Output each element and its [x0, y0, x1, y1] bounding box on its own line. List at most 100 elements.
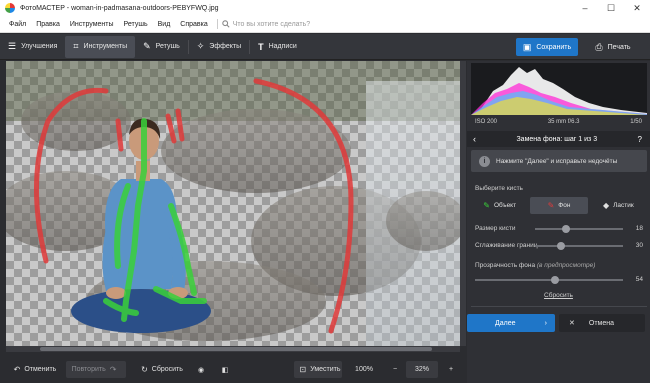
help-button[interactable]: ?: [638, 135, 642, 144]
tab-retouch[interactable]: ✎ Ретушь: [135, 36, 188, 58]
redo-label: Повторить: [71, 366, 106, 373]
reset-button[interactable]: ↻ Сбросить: [134, 361, 186, 378]
slider-knob[interactable]: [557, 242, 566, 250]
window-title: ФотоМАСТЕР - woman-in-padmasana-outdoors…: [20, 4, 219, 12]
crop-tools-icon: ⌗: [73, 41, 79, 51]
brush-selector: ✎ Объект ✎ Фон ◆ Ластик: [471, 197, 647, 214]
menu-retouch[interactable]: Ретушь: [119, 21, 153, 28]
camera-info: ISO 200 35 mm f/6.3 1/50: [467, 119, 650, 130]
next-button[interactable]: Далее ›: [467, 314, 555, 332]
background-brush-button[interactable]: ✎ Фон: [530, 197, 588, 214]
hint-text: Нажмите "Далее" и исправьте недочёты: [496, 157, 618, 165]
brush-section-label: Выберите кисть: [475, 185, 523, 192]
zoom-out-button[interactable]: −: [388, 361, 402, 378]
menu-search[interactable]: Что вы хотите сделать?: [222, 20, 310, 28]
menu-file[interactable]: Файл: [4, 21, 31, 28]
scrollbar-thumb[interactable]: [40, 347, 432, 351]
photo-image: [6, 61, 460, 346]
tab-enhancements[interactable]: ☰ Улучшения: [0, 36, 65, 58]
save-button[interactable]: ▣ Сохранить: [516, 38, 578, 56]
panel-divider: [471, 306, 647, 307]
edge-smoothing-value: 30: [635, 242, 643, 249]
tab-tools[interactable]: ⌗ Инструменты: [65, 35, 136, 58]
main-toolbar: ☰ Улучшения ⌗ Инструменты ✎ Ретушь ✧ Эфф…: [0, 34, 650, 60]
compare-icon: ◧: [221, 366, 229, 374]
menu-help[interactable]: Справка: [175, 21, 212, 28]
edge-smoothing-slider[interactable]: Сглаживание границ 30: [475, 240, 643, 252]
zoom-100-button[interactable]: 100%: [350, 361, 378, 378]
redo-button[interactable]: Повторить ↷: [66, 361, 126, 378]
object-brush-label: Объект: [493, 202, 517, 209]
vertical-scrollbar[interactable]: [460, 61, 466, 346]
zoom-value: 32%: [414, 366, 429, 373]
slider-track[interactable]: [475, 279, 623, 281]
histogram: [471, 63, 647, 115]
transparency-hint: (в предпросмотре): [536, 262, 596, 269]
boulder: [161, 109, 351, 193]
title-bar: ФотоМАСТЕР - woman-in-padmasana-outdoors…: [0, 0, 650, 16]
hint-box: i Нажмите "Далее" и исправьте недочёты: [471, 150, 647, 172]
menu-view[interactable]: Вид: [153, 21, 176, 28]
menu-edit[interactable]: Правка: [31, 21, 65, 28]
tab-effects[interactable]: ✧ Эффекты: [189, 36, 249, 58]
photo-canvas[interactable]: [6, 61, 460, 346]
close-button[interactable]: ✕: [624, 0, 650, 16]
object-brush-button[interactable]: ✎ Объект: [471, 197, 528, 214]
tab-label: Ретушь: [155, 43, 180, 50]
background-brush-label: Фон: [558, 202, 571, 209]
brush-size-value: 18: [635, 225, 643, 232]
undo-label: Отменить: [24, 366, 57, 373]
histogram-graph: [471, 67, 647, 115]
zoom-in-button[interactable]: +: [444, 361, 458, 378]
text-icon: T: [258, 41, 264, 52]
fit-screen-icon: ⊡: [299, 365, 307, 374]
tab-label: Инструменты: [83, 43, 128, 50]
transparency-value: 54: [635, 276, 643, 283]
menu-separator: [216, 19, 218, 29]
sliders-icon: ☰: [8, 41, 17, 51]
maximize-button[interactable]: ☐: [598, 0, 624, 16]
step-header: ‹ Замена фона: шаг 1 из 3 ?: [467, 131, 650, 147]
horizontal-scrollbar[interactable]: [6, 346, 460, 352]
tab-captions[interactable]: T Надписи: [250, 36, 305, 58]
preview-eye-button[interactable]: ◉: [192, 361, 210, 378]
minimize-button[interactable]: –: [572, 0, 598, 16]
brush-size-slider[interactable]: Размер кисти 18: [475, 223, 643, 235]
plus-icon: +: [448, 366, 454, 373]
eraser-label: Ластик: [613, 202, 634, 209]
fit-button[interactable]: ⊡ Уместить: [294, 361, 342, 378]
save-label: Сохранить: [536, 43, 572, 51]
slider-track[interactable]: [535, 228, 623, 230]
slider-knob[interactable]: [550, 276, 559, 284]
minus-icon: −: [392, 366, 398, 373]
chevron-right-icon: ›: [544, 319, 547, 327]
reset-icon: ↻: [141, 365, 148, 374]
brush-size-label: Размер кисти: [475, 225, 516, 232]
lens-value: 35 mm f/6.3: [547, 119, 580, 125]
slider-knob[interactable]: [561, 225, 570, 233]
cancel-label: Отмена: [588, 319, 614, 327]
step-title: Замена фона: шаг 1 из 3: [516, 135, 598, 143]
eraser-icon: ◆: [602, 201, 610, 210]
eraser-button[interactable]: ◆ Ластик: [590, 197, 647, 214]
cancel-button[interactable]: ✕ Отмена: [559, 314, 645, 332]
save-icon: ▣: [522, 41, 532, 52]
tab-label: Надписи: [268, 43, 297, 50]
print-button[interactable]: ⎙ Печать: [583, 38, 643, 56]
edge-smoothing-label: Сглаживание границ: [475, 242, 538, 249]
search-icon: [222, 20, 230, 28]
compare-button[interactable]: ◧: [216, 361, 234, 378]
eye-icon: ◉: [197, 366, 205, 374]
menu-bar: Файл Правка Инструменты Ретушь Вид Справ…: [0, 16, 650, 33]
zoom-level[interactable]: 32%: [406, 361, 438, 378]
app-logo-icon: [5, 3, 15, 13]
slider-track[interactable]: [535, 245, 623, 247]
reset-label: Сбросить: [151, 366, 183, 373]
reset-link[interactable]: Сбросить: [467, 292, 650, 299]
undo-button[interactable]: ↶ Отменить: [6, 361, 60, 378]
print-label: Печать: [607, 43, 631, 51]
transparency-slider[interactable]: 54: [475, 274, 643, 286]
menu-tools[interactable]: Инструменты: [65, 21, 119, 28]
info-icon: i: [479, 155, 490, 167]
undo-arrow-icon: ↶: [13, 365, 21, 374]
